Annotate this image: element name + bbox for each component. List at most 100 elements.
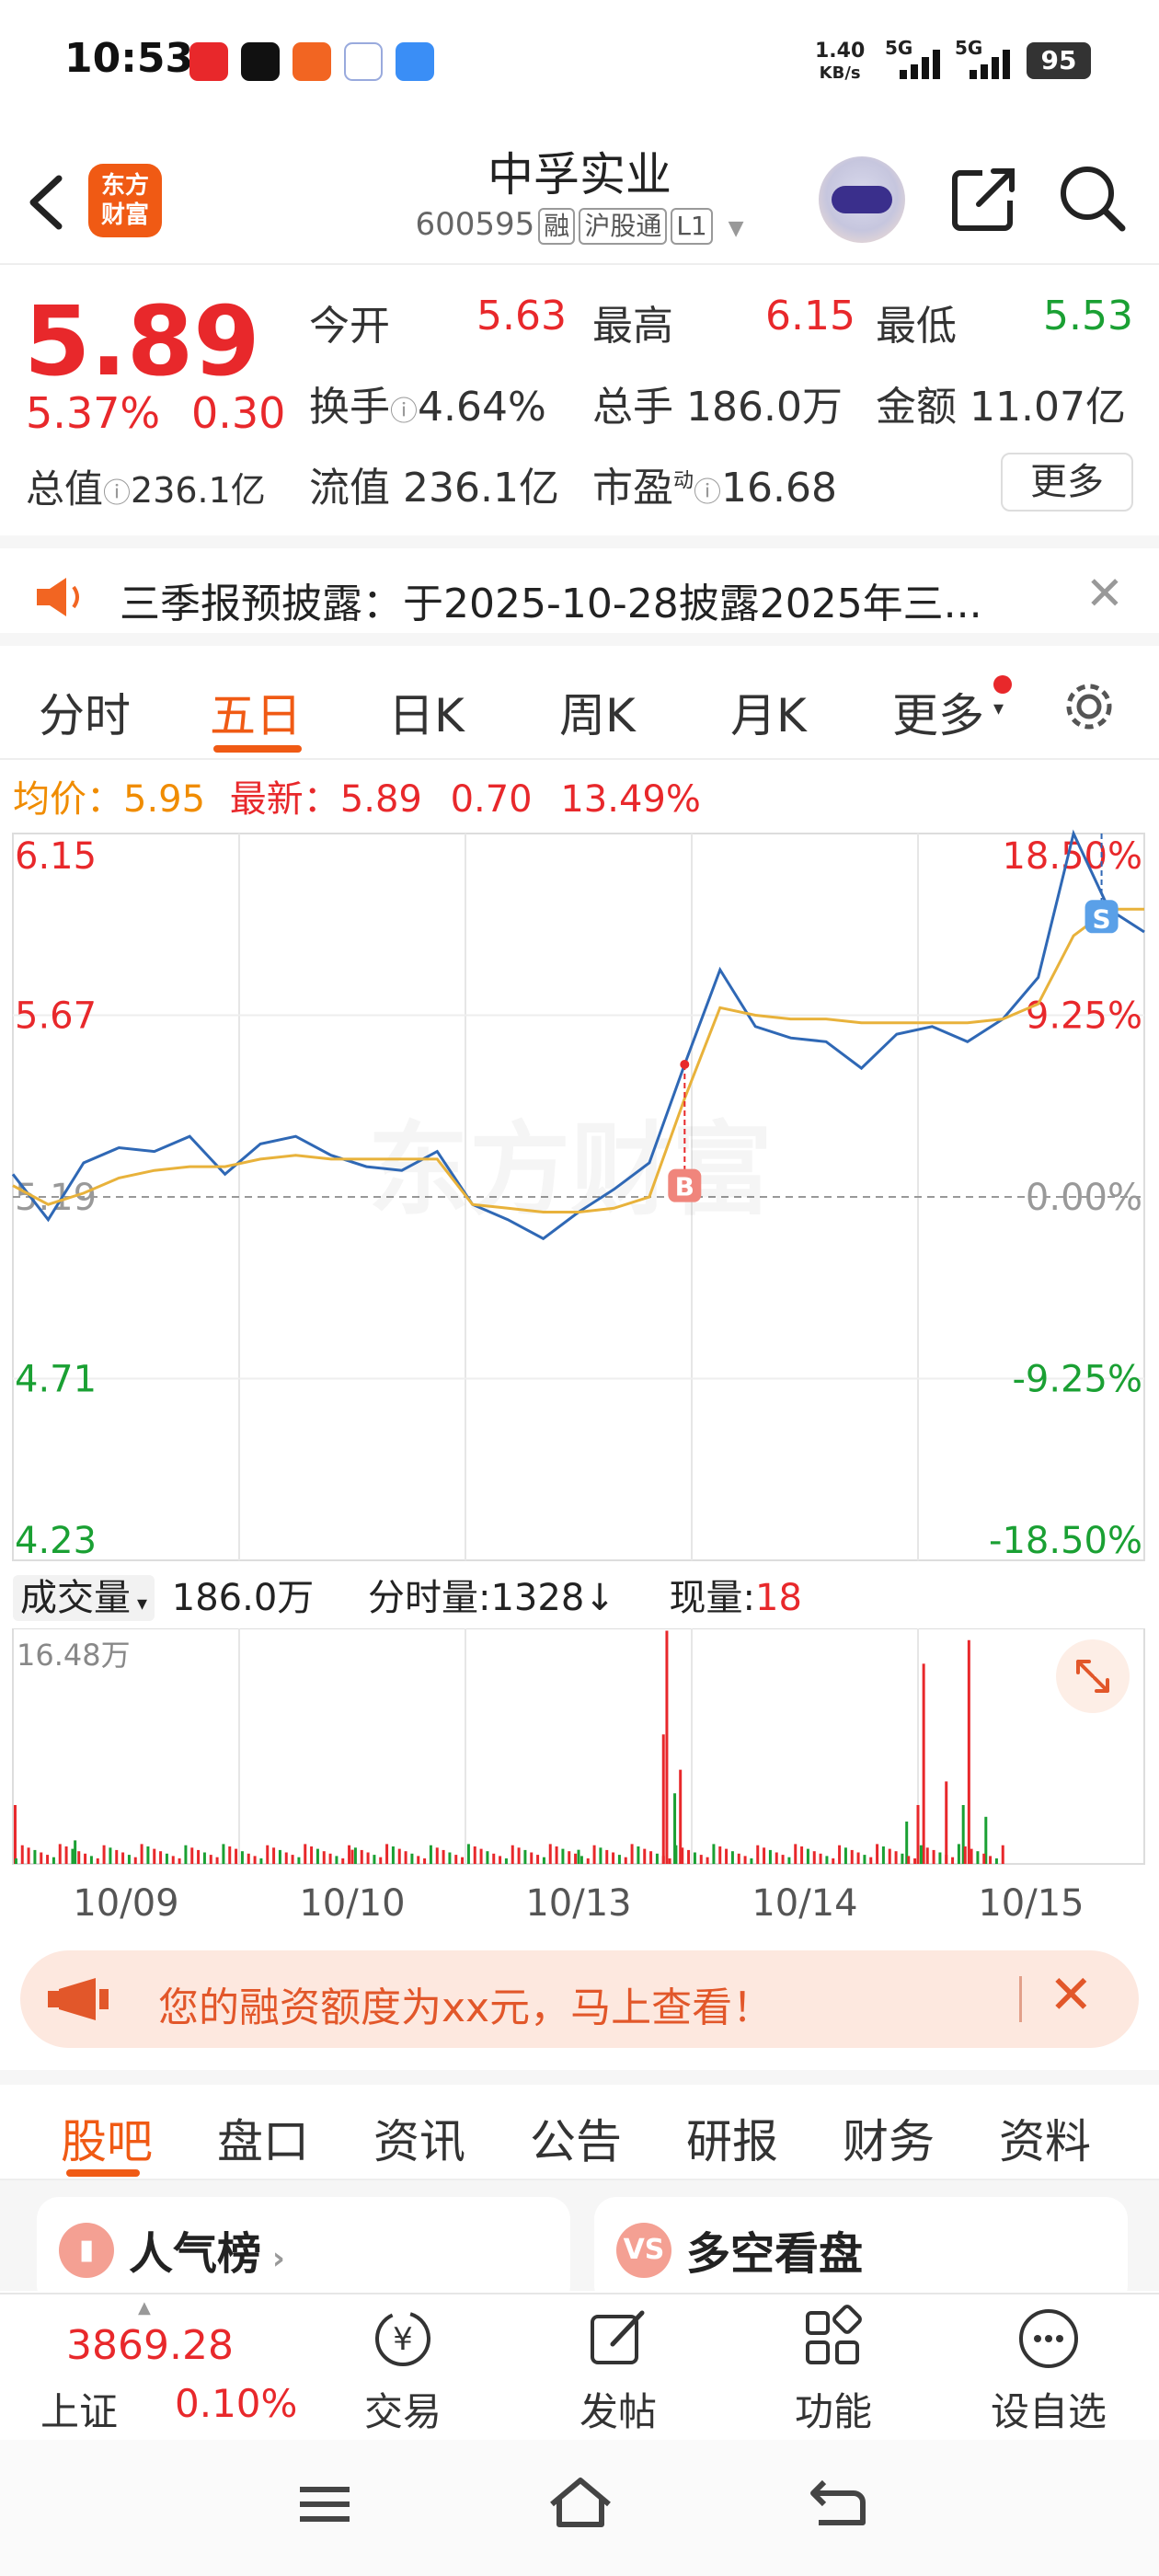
dropdown-icon: ▼ — [728, 217, 744, 240]
hot-rank-card[interactable]: ▮ 人气榜 › — [37, 2197, 570, 2307]
sell-marker-label: S — [1092, 903, 1110, 934]
home-icon[interactable] — [546, 2471, 614, 2536]
tab-profile[interactable]: 资料 — [999, 2105, 1091, 2171]
tab-monthly-k[interactable]: 月K — [730, 679, 807, 745]
x-tick-label: 10/10 — [299, 1882, 405, 1925]
y-tick-right: -9.25% — [1012, 1359, 1142, 1401]
high-value: 6.15 — [765, 293, 855, 339]
change-amount: 0.30 — [191, 388, 286, 438]
avg-price: 5.95 — [123, 778, 206, 821]
assistant-robot-icon[interactable] — [819, 156, 905, 243]
volume-selector[interactable]: 成交量 ▾ — [13, 1575, 155, 1621]
chart-tabs: 分时 五日 日K 周K 月K 更多 ▾ — [0, 651, 1159, 760]
dropdown-icon: ▾ — [993, 697, 1004, 720]
bottom-nav: ▲ 3869.28 上证 0.10% ¥ 交易 发帖 功能 设自选 — [0, 2293, 1159, 2440]
volume-now: 18 — [755, 1577, 802, 1619]
buy-marker-label: B — [675, 1172, 694, 1202]
edit-icon — [591, 2310, 645, 2364]
browser-app-icon — [396, 42, 434, 81]
float-cap: 流值 236.1亿 — [309, 465, 559, 512]
more-button[interactable]: 更多 — [1001, 453, 1133, 512]
x-tick-label: 10/13 — [525, 1882, 631, 1925]
financing-banner[interactable]: 您的融资额度为xx元，马上查看！ ✕ — [20, 1950, 1139, 2048]
tiktok-app-icon — [241, 42, 280, 81]
chart-info-row: 均价：5.95 最新：5.89 0.70 13.49% — [13, 778, 701, 821]
open-label: 今开 — [309, 303, 390, 350]
tab-research[interactable]: 研报 — [686, 2105, 778, 2171]
pe-ratio: 市盈动ⓘ16.68 — [592, 465, 837, 512]
search-icon — [1061, 167, 1126, 232]
volume-header: 成交量 ▾ 186.0万 分时量:1328↓ 现量:18 — [13, 1568, 802, 1621]
open-value: 5.63 — [476, 293, 567, 339]
tab-weekly-k[interactable]: 周K — [559, 679, 636, 745]
nav-trade[interactable]: ¥ 交易 — [329, 2302, 476, 2437]
hot-rank-icon: ▮ — [59, 2223, 114, 2278]
stock-code-row[interactable]: 600595 融沪股通 L1 ▼ — [386, 206, 773, 245]
volume-frame — [12, 1628, 1145, 1865]
search-button[interactable] — [1054, 160, 1131, 237]
caret-up-icon: ▲ — [138, 2298, 151, 2317]
total-cap: 总值ⓘ236.1亿 — [26, 466, 266, 512]
tab-news[interactable]: 资讯 — [373, 2105, 465, 2171]
tab-announcement[interactable]: 公告 — [530, 2105, 622, 2171]
tab-pankou[interactable]: 盘口 — [217, 2105, 309, 2171]
bull-bear-card[interactable]: VS 多空看盘 — [594, 2197, 1128, 2307]
low-label: 最低 — [876, 303, 957, 350]
close-icon[interactable]: ✕ — [1049, 1963, 1094, 2026]
tab-finance[interactable]: 财务 — [843, 2105, 935, 2171]
index-pct: 0.10% — [175, 2381, 298, 2426]
clock: 10:53 — [64, 35, 194, 82]
latest-pct: 13.49% — [560, 778, 701, 821]
y-tick-left: 4.71 — [15, 1359, 97, 1401]
volume-chart[interactable]: 16.48万 10/09 10/10 10/13 10/14 10/15 — [0, 1628, 1159, 1932]
back-button[interactable] — [20, 166, 75, 239]
index-widget[interactable]: ▲ 3869.28 上证 0.10% — [0, 2294, 298, 2442]
margin-tag: 融 — [538, 208, 576, 245]
settings-gear-icon[interactable] — [1060, 677, 1119, 736]
volume-per-min: 1328 — [490, 1577, 585, 1619]
y-tick-right: -18.50% — [989, 1520, 1142, 1562]
low-value: 5.53 — [1043, 293, 1133, 339]
info-icon[interactable]: ⓘ — [103, 477, 131, 510]
share-button[interactable] — [946, 160, 1023, 237]
tab-more[interactable]: 更多 — [892, 679, 984, 745]
price-chart[interactable]: 6.15 18.50%5.67 9.25%5.19 0.00%4.71 -9.25%4.… — [0, 828, 1159, 1564]
x-tick-label: 10/15 — [978, 1882, 1084, 1925]
system-nav-bar — [0, 2440, 1159, 2576]
level-tag: L1 — [671, 208, 713, 245]
more-dots-icon — [1019, 2309, 1078, 2368]
info-icon[interactable]: ⓘ — [694, 477, 721, 509]
y-tick-left: 6.15 — [15, 835, 97, 878]
info-icon[interactable]: ⓘ — [390, 396, 418, 428]
trade-yen-icon: ¥ — [375, 2311, 430, 2366]
stock-name: 中孚实业 — [488, 148, 671, 201]
tab-five-day[interactable]: 五日 — [210, 679, 302, 745]
nav-functions[interactable]: 功能 — [760, 2302, 907, 2437]
tab-daily-k[interactable]: 日K — [388, 679, 465, 745]
signal-1-icon — [900, 48, 949, 79]
banner-text: 您的融资额度为xx元，马上查看！ — [158, 1984, 774, 2031]
close-icon[interactable]: ✕ — [1085, 567, 1124, 620]
x-tick-label: 10/09 — [73, 1882, 178, 1925]
y-tick-right: 0.00% — [1026, 1177, 1142, 1219]
stock-code: 600595 — [415, 206, 535, 243]
notice-bar[interactable]: 三季报预披露：于2025-10-28披露2025年三... ✕ — [0, 535, 1159, 646]
menu-icon[interactable] — [294, 2477, 359, 2532]
feature-cards: ▮ 人气榜 › VS 多空看盘 — [0, 2180, 1159, 2307]
latest-change: 0.70 — [450, 778, 533, 821]
app: 10:53 1.40 KB/s 5G 5G 95 东方 财富 中孚实业 600595… — [0, 0, 1159, 2576]
nav-post[interactable]: 发帖 — [545, 2302, 692, 2437]
tab-underline — [213, 745, 302, 753]
amount: 金额 11.07亿 — [876, 384, 1126, 431]
latest-price: 5.89 — [339, 778, 422, 821]
back-nav-icon[interactable] — [806, 2473, 870, 2532]
index-name: 上证 — [40, 2389, 119, 2434]
tab-guba[interactable]: 股吧 — [61, 2105, 153, 2171]
nav-watchlist[interactable]: 设自选 — [975, 2302, 1122, 2437]
cluster-app-icon — [344, 42, 383, 81]
share-icon — [952, 168, 1015, 231]
eastmoney-logo[interactable]: 东方 财富 — [88, 164, 162, 237]
tab-intraday[interactable]: 分时 — [39, 679, 131, 745]
change-percent: 5.37% — [26, 388, 161, 438]
buy-point — [680, 1059, 690, 1069]
